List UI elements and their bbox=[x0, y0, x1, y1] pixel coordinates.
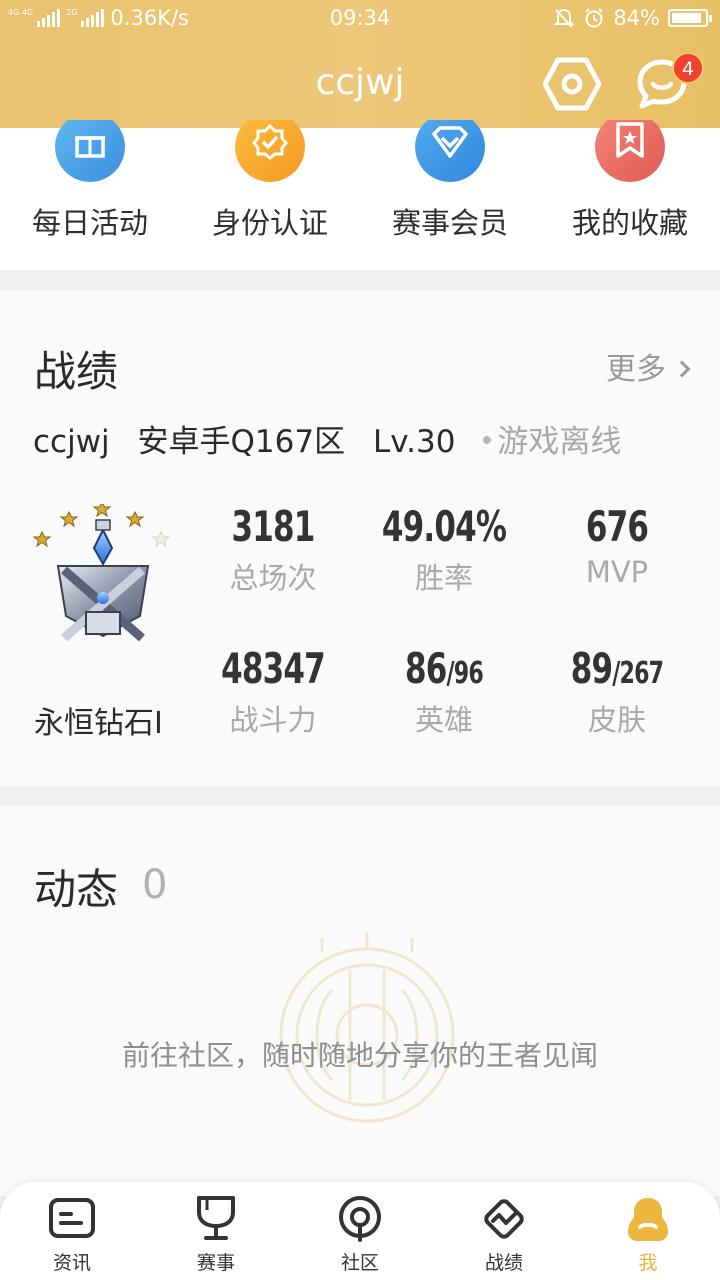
stats-icon bbox=[484, 1199, 524, 1239]
tab-me[interactable]: 我 bbox=[576, 1182, 720, 1280]
status-bar: 4G 4G 2G 0.36K/s 09:34 84% bbox=[0, 0, 720, 38]
tab-community[interactable]: 社区 bbox=[288, 1182, 432, 1280]
activity-count: 0 bbox=[142, 862, 168, 908]
quick-action-label: 赛事会员 bbox=[391, 206, 508, 240]
community-icon bbox=[339, 1196, 381, 1242]
profile-icon bbox=[628, 1198, 668, 1241]
quick-action-label: 我的收藏 bbox=[571, 206, 688, 240]
tab-label: 社区 bbox=[340, 1252, 379, 1274]
verified-badge-icon bbox=[235, 120, 305, 182]
quick-action-label: 身份认证 bbox=[211, 206, 328, 240]
stat-label: 胜率 bbox=[414, 561, 473, 595]
stat-label: 战斗力 bbox=[229, 703, 317, 737]
stat-value: 49.04% bbox=[381, 502, 507, 551]
stat-label: MVP bbox=[585, 555, 649, 589]
player-level: Lv.30 bbox=[372, 424, 456, 460]
rank-name: 永恒钻石I bbox=[34, 706, 163, 741]
empty-state-text[interactable]: 前往社区，随时随地分享你的王者见闻 bbox=[0, 1034, 720, 1074]
news-icon bbox=[49, 1198, 95, 1238]
activity-card: 动态 0 前往社区，随时随地分享你的王者见闻 bbox=[0, 806, 720, 1196]
chevron-right-icon bbox=[673, 360, 691, 378]
stat-win-rate: 49.04% 胜率 bbox=[359, 502, 529, 597]
player-info: ccjwj 安卓手Q167区 Lv.30 游戏离线 bbox=[33, 416, 639, 461]
settings-hex-icon[interactable] bbox=[543, 56, 601, 112]
battery-percent: 84% bbox=[613, 6, 660, 30]
stat-label: 总场次 bbox=[229, 561, 317, 595]
quick-action-label: 每日活动 bbox=[31, 206, 148, 240]
stat-mvp: 676 MVP bbox=[532, 502, 702, 589]
stats-title: 战绩 bbox=[34, 347, 119, 396]
stat-total-games: 3181 总场次 bbox=[188, 502, 358, 597]
bookmark-star-icon bbox=[595, 120, 665, 182]
page-title: ccjwj bbox=[315, 62, 405, 103]
stat-skins[interactable]: 89/267 皮肤 bbox=[532, 644, 702, 739]
stat-value: 48347 bbox=[221, 644, 326, 693]
top-header: 4G 4G 2G 0.36K/s 09:34 84% ccjwj 4 bbox=[0, 0, 720, 128]
tab-label: 战绩 bbox=[484, 1252, 523, 1274]
rank-emblem-icon[interactable] bbox=[30, 504, 176, 664]
status-text: 游戏离线 bbox=[497, 424, 622, 460]
stat-owned: 86 bbox=[405, 644, 447, 693]
more-link[interactable]: 更多 bbox=[606, 344, 691, 388]
stat-owned: 89 bbox=[570, 644, 613, 693]
online-status: 游戏离线 bbox=[483, 424, 621, 460]
stat-label: 皮肤 bbox=[587, 703, 646, 737]
more-label: 更多 bbox=[606, 352, 666, 387]
stats-card: 战绩 更多 ccjwj 安卓手Q167区 Lv.30 游戏离线 永恒钻石I 31… bbox=[0, 290, 720, 786]
stat-label: 英雄 bbox=[414, 703, 473, 737]
stat-value: 89/267 bbox=[547, 644, 686, 693]
stat-total: /267 bbox=[612, 656, 664, 691]
gift-icon bbox=[55, 120, 125, 182]
rank-stars bbox=[32, 504, 145, 548]
player-name: ccjwj bbox=[33, 424, 110, 460]
alarm-icon bbox=[585, 8, 604, 28]
stat-total: /96 bbox=[446, 656, 484, 691]
stat-power: 48347 战斗力 bbox=[188, 644, 358, 739]
stat-value: 3181 bbox=[231, 502, 316, 551]
status-dot bbox=[483, 436, 492, 444]
stat-value: 676 bbox=[585, 502, 649, 551]
status-right: 84% bbox=[553, 6, 712, 30]
tab-label: 资讯 bbox=[52, 1252, 91, 1274]
tab-label: 赛事 bbox=[196, 1252, 235, 1274]
tab-stats[interactable]: 战绩 bbox=[432, 1182, 576, 1280]
trophy-icon bbox=[197, 1196, 235, 1240]
stat-heroes[interactable]: 86/96 英雄 bbox=[359, 644, 529, 739]
stat-value: 86/96 bbox=[374, 644, 513, 693]
battery-icon bbox=[668, 9, 712, 27]
bottom-nav: 资讯 赛事 社区 战绩 我 bbox=[0, 1182, 720, 1280]
tab-label: 我 bbox=[638, 1252, 658, 1274]
tab-events[interactable]: 赛事 bbox=[144, 1182, 288, 1280]
diamond-icon bbox=[415, 120, 485, 182]
silent-bell-icon bbox=[553, 8, 575, 28]
tab-news[interactable]: 资讯 bbox=[0, 1182, 144, 1280]
quick-actions: 每日活动 身份认证 赛事会员 我的收藏 bbox=[0, 120, 720, 270]
message-badge: 4 bbox=[672, 52, 704, 84]
activity-title: 动态 bbox=[34, 865, 119, 914]
server-name: 安卓手Q167区 bbox=[137, 424, 346, 460]
